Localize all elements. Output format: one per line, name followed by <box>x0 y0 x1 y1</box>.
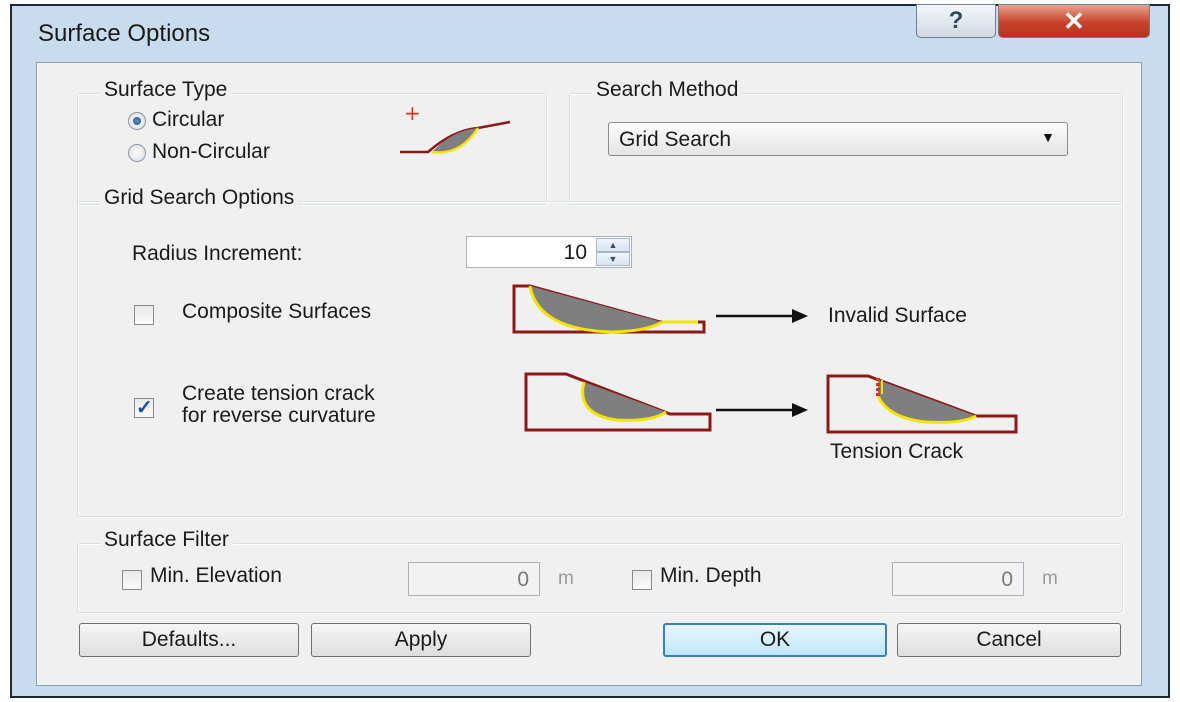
min-depth-input[interactable]: 0 <box>892 562 1024 596</box>
arrow-right-icon <box>716 403 808 417</box>
circular-label[interactable]: Circular <box>152 108 224 132</box>
min-elevation-checkbox[interactable] <box>122 570 142 590</box>
search-method-dropdown[interactable]: Grid Search ▼ <box>608 122 1068 156</box>
radio-selected-dot <box>133 117 141 125</box>
help-button[interactable]: ? <box>916 4 996 38</box>
tension-crack-diagram <box>826 374 1018 434</box>
min-elevation-unit: m <box>558 568 574 589</box>
circular-surface-icon: + <box>400 101 511 154</box>
composite-surface-diagram <box>512 284 706 334</box>
surface-filter-group: Surface Filter Min. Elevation 0 m Min. D… <box>77 528 1123 613</box>
tension-crack-checkbox[interactable]: ✓ <box>134 397 154 419</box>
radius-increment-value: 10 <box>563 241 587 264</box>
arrow-right-icon <box>716 309 808 323</box>
search-method-group: Search Method Grid Search ▼ <box>569 78 1123 205</box>
dialog-body: Surface Type Circular Non-Circular + Sea… <box>36 62 1142 686</box>
min-depth-label[interactable]: Min. Depth <box>660 564 762 588</box>
radius-increment-spinner[interactable]: 10 ▲ ▼ <box>466 236 632 268</box>
min-depth-unit: m <box>1042 568 1058 589</box>
min-elevation-label[interactable]: Min. Elevation <box>150 564 282 588</box>
chevron-down-icon: ▼ <box>1041 129 1055 145</box>
dialog-window: Surface Options ? ✕ Surface Type Circula… <box>10 4 1170 698</box>
search-method-value: Grid Search <box>619 128 732 151</box>
spin-down-button[interactable]: ▼ <box>596 252 630 266</box>
spinner-buttons: ▲ ▼ <box>596 238 630 266</box>
defaults-button[interactable]: Defaults... <box>79 623 299 657</box>
ok-button[interactable]: OK <box>663 623 887 657</box>
apply-button[interactable]: Apply <box>311 623 531 657</box>
non-circular-radio[interactable] <box>128 144 146 162</box>
cancel-button[interactable]: Cancel <box>897 623 1121 657</box>
min-depth-checkbox[interactable] <box>632 570 652 590</box>
non-circular-label[interactable]: Non-Circular <box>152 140 270 164</box>
tension-crack-label-line2[interactable]: for reverse curvature <box>182 404 376 428</box>
min-depth-value: 0 <box>1001 568 1013 591</box>
close-button[interactable]: ✕ <box>998 4 1150 38</box>
spin-up-button[interactable]: ▲ <box>596 238 630 252</box>
close-icon: ✕ <box>1063 5 1085 36</box>
reverse-curvature-diagram <box>524 372 712 432</box>
circular-radio[interactable] <box>128 112 146 130</box>
search-method-title: Search Method <box>592 78 743 102</box>
tension-crack-result-label: Tension Crack <box>830 440 964 463</box>
min-elevation-input[interactable]: 0 <box>408 562 540 596</box>
title-bar[interactable]: Surface Options ? ✕ <box>12 4 1168 62</box>
invalid-surface-label: Invalid Surface <box>828 304 967 327</box>
composite-surfaces-label[interactable]: Composite Surfaces <box>182 300 371 324</box>
radius-increment-label: Radius Increment: <box>132 242 303 265</box>
svg-text:+: + <box>404 101 421 125</box>
min-elevation-value: 0 <box>517 568 529 591</box>
grid-search-options-group: Grid Search Options Radius Increment: 10… <box>77 186 1123 517</box>
composite-surfaces-checkbox[interactable] <box>134 305 154 325</box>
grid-search-options-title: Grid Search Options <box>100 186 299 210</box>
tension-crack-label-line1[interactable]: Create tension crack <box>182 382 375 406</box>
window-title: Surface Options <box>38 20 211 47</box>
surface-type-title: Surface Type <box>100 78 232 102</box>
question-mark-icon: ? <box>948 7 964 34</box>
surface-filter-title: Surface Filter <box>100 528 233 552</box>
checkmark-icon: ✓ <box>136 397 153 419</box>
